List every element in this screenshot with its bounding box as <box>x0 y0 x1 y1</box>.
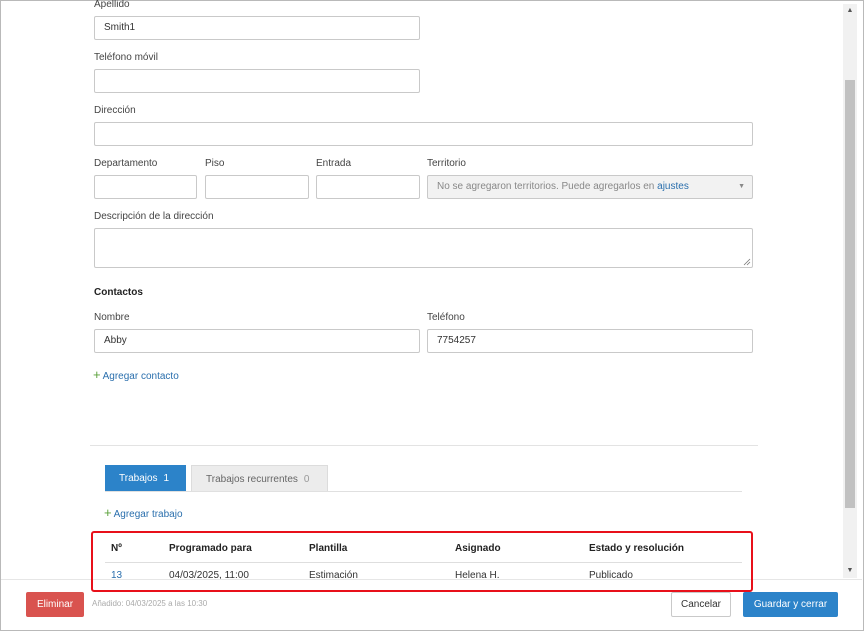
delete-button[interactable]: Eliminar <box>26 592 84 617</box>
mobile-input[interactable] <box>94 69 420 93</box>
section-divider <box>90 445 758 446</box>
scrollbar[interactable]: ▲ ▼ <box>843 4 857 578</box>
address-description-label: Descripción de la dirección <box>94 211 214 222</box>
plus-icon: + <box>104 505 112 520</box>
add-job-link[interactable]: + Agregar trabajo <box>104 505 183 520</box>
tab-recurring-jobs[interactable]: Trabajos recurrentes 0 <box>191 465 328 492</box>
last-name-input[interactable]: Smith1 <box>94 16 420 40</box>
contact-phone-label: Teléfono <box>427 312 465 323</box>
tabs-underline <box>105 491 742 492</box>
floor-label: Piso <box>205 158 225 169</box>
highlight-box <box>91 531 753 592</box>
apartment-input[interactable] <box>94 175 197 199</box>
scroll-up-arrow-icon[interactable]: ▲ <box>843 4 857 18</box>
added-timestamp: Añadido: 04/03/2025 a las 10:30 <box>92 599 208 608</box>
resize-grip-icon[interactable] <box>743 258 751 266</box>
floor-input[interactable] <box>205 175 309 199</box>
territory-placeholder: No se agregaron territorios. Puede agreg… <box>437 181 655 192</box>
cancel-button[interactable]: Cancelar <box>671 592 731 617</box>
contacts-title: Contactos <box>94 287 143 298</box>
scroll-down-arrow-icon[interactable]: ▼ <box>843 564 857 578</box>
mobile-label: Teléfono móvil <box>94 52 158 63</box>
tab-recurring-label: Trabajos recurrentes <box>206 474 298 485</box>
add-contact-link[interactable]: + Agregar contacto <box>93 367 179 382</box>
address-description-textarea[interactable] <box>94 228 753 268</box>
contact-name-input[interactable]: Abby <box>94 329 420 353</box>
address-input[interactable] <box>94 122 753 146</box>
entrance-input[interactable] <box>316 175 420 199</box>
territory-select[interactable]: No se agregaron territorios. Puede agreg… <box>427 175 753 199</box>
add-contact-label: Agregar contacto <box>102 371 179 382</box>
plus-icon: + <box>93 367 101 382</box>
apartment-label: Departamento <box>94 158 158 169</box>
contact-phone-input[interactable]: 7754257 <box>427 329 753 353</box>
tab-recurring-count: 0 <box>303 474 310 485</box>
save-and-close-button[interactable]: Guardar y cerrar <box>743 592 838 617</box>
add-job-label: Agregar trabajo <box>113 509 183 520</box>
settings-link[interactable]: ajustes <box>657 181 689 192</box>
entrance-label: Entrada <box>316 158 352 169</box>
territory-label: Territorio <box>427 158 466 169</box>
contact-name-label: Nombre <box>94 312 130 323</box>
tab-jobs-label: Trabajos <box>119 473 158 484</box>
last-name-label: Apellido <box>94 0 130 10</box>
address-label: Dirección <box>94 105 136 116</box>
tab-jobs-count: 1 <box>163 473 170 484</box>
tab-jobs[interactable]: Trabajos 1 <box>105 465 186 492</box>
scrollbar-thumb[interactable] <box>845 80 855 508</box>
chevron-down-icon: ▼ <box>738 183 745 190</box>
